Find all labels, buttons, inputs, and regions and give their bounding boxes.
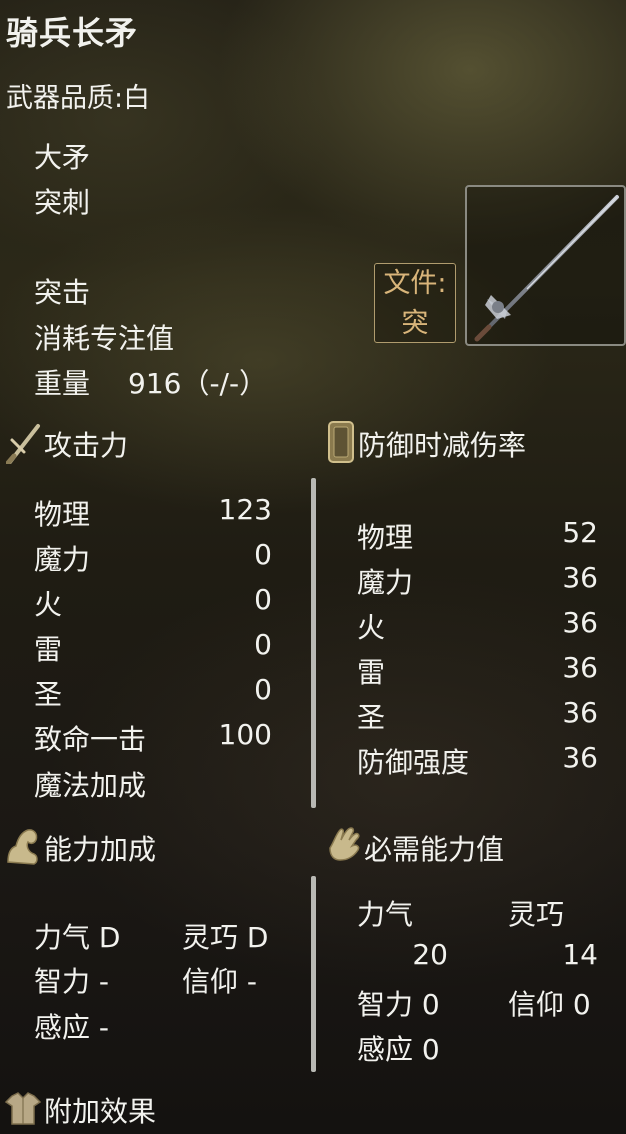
defense-label-magic: 魔力 [357,566,414,599]
weapon-skill: 突击 [34,276,91,309]
attack-label-magic: 魔力 [34,543,91,576]
scaling-arcane: 感应 - [34,1011,110,1044]
armor-icon [4,1090,42,1132]
weight-label: 重量 [34,367,91,400]
shield-icon [327,420,355,468]
spear-icon [474,195,619,342]
requirement-dexterity-value: 14 [562,938,598,971]
requirement-dexterity-label: 灵巧 [508,898,565,931]
flexed-arm-icon [4,826,42,870]
skill-cost: 消耗专注值 [34,322,175,355]
scaling-faith: 信仰 - [182,965,258,998]
attack-label-holy: 圣 [34,678,63,711]
file-tag-line1: 文件: [383,268,447,299]
attack-type: 突刺 [34,186,91,219]
attack-label-fire: 火 [34,588,63,621]
scaling-strength: 力气 D [34,921,121,954]
attack-value-lightning: 0 [254,628,272,661]
defense-value-magic: 36 [562,561,598,594]
file-tag[interactable]: 文件: 突 [374,263,456,343]
attack-label-lightning: 雷 [34,633,63,666]
defense-value-physical: 52 [562,516,598,549]
requirements-title: 必需能力值 [364,833,505,866]
weapon-image-frame[interactable] [465,185,626,346]
weapon-quality: 武器品质:白 [6,83,151,114]
scaling-divider [311,876,316,1072]
attack-label-critical: 致命一击 [34,723,147,756]
attack-value-critical: 100 [218,718,272,751]
requirement-strength-value: 20 [412,938,448,971]
attack-title: 攻击力 [44,429,129,462]
requirement-arcane: 感应 0 [357,1033,440,1066]
attack-value-magic: 0 [254,538,272,571]
open-hand-icon [326,824,362,868]
attack-value-physical: 123 [218,493,272,526]
scaling-dexterity: 灵巧 D [182,921,269,954]
scaling-title: 能力加成 [44,833,157,866]
defense-label-physical: 物理 [357,521,414,554]
weapon-type: 大矛 [34,141,91,174]
requirement-faith: 信仰 0 [508,988,591,1021]
weight-value: 916（-/-） [128,367,268,400]
attack-label-physical: 物理 [34,498,91,531]
defense-label-guard-boost: 防御强度 [357,746,470,779]
defense-label-lightning: 雷 [357,656,386,689]
attack-label-spell-buff: 魔法加成 [34,769,147,802]
sword-icon [5,422,42,468]
defense-value-holy: 36 [562,696,598,729]
defense-value-guard-boost: 36 [562,741,598,774]
file-tag-line2: 突 [401,308,429,339]
defense-value-lightning: 36 [562,651,598,684]
weapon-name: 骑兵长矛 [6,14,139,52]
scaling-intelligence: 智力 - [34,965,110,998]
attack-divider [311,478,316,808]
defense-label-fire: 火 [357,611,386,644]
defense-label-holy: 圣 [357,701,386,734]
defense-value-fire: 36 [562,606,598,639]
attack-value-fire: 0 [254,583,272,616]
requirement-strength-label: 力气 [357,898,414,931]
defense-title: 防御时减伤率 [358,429,527,462]
effects-title: 附加效果 [44,1095,157,1128]
requirement-intelligence: 智力 0 [357,988,440,1021]
attack-value-holy: 0 [254,673,272,706]
